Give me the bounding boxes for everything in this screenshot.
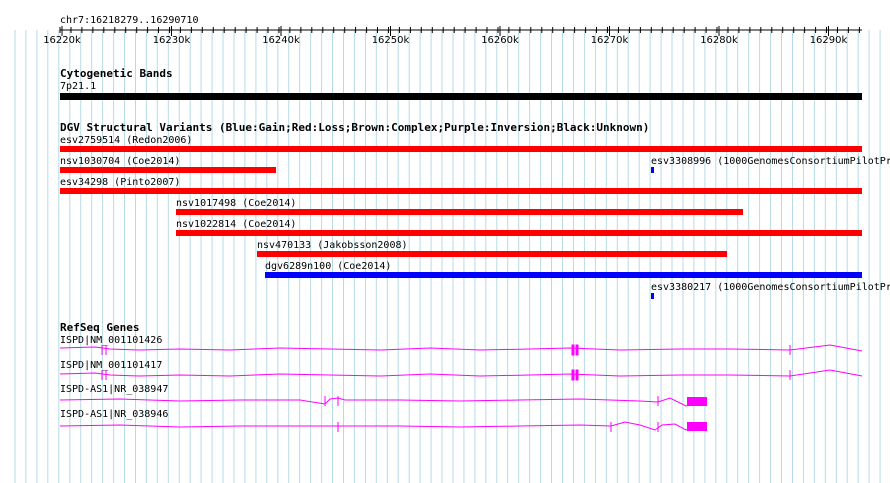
ruler-axis (59, 26, 862, 36)
ruler-tick-label: 16240k (262, 35, 300, 46)
ruler-tick-label: 16270k (590, 35, 629, 46)
dgv-feature-bar[interactable] (265, 272, 862, 278)
cytoband-track-title: Cytogenetic Bands (60, 67, 173, 80)
dgv-feature-bar[interactable] (176, 230, 862, 236)
dgv-feature-bar[interactable] (60, 146, 862, 152)
ruler-tick-label: 16230k (152, 35, 191, 46)
dgv-feature-bar[interactable] (257, 251, 727, 257)
cytoband-bar[interactable] (60, 93, 862, 100)
gene-label: ISPD|NM_001101426 (60, 335, 163, 346)
ruler-tick-label: 16220k (43, 35, 81, 46)
dgv-feature-bar[interactable] (60, 167, 276, 173)
ruler-tick-label: 16250k (371, 35, 410, 46)
gene-label: ISPD-AS1|NR_038947 (60, 384, 169, 395)
dgv-feature-bar[interactable] (651, 293, 654, 299)
dgv-feature-bar[interactable] (60, 188, 862, 194)
ruler-tick-label: 16290k (809, 35, 848, 46)
gene-label: ISPD|NM_001101417 (60, 360, 163, 371)
dgv-track-title: DGV Structural Variants (Blue:Gain;Red:L… (60, 121, 650, 134)
ruler-tick-label: 16260k (481, 35, 519, 46)
ruler-tick-label: 16280k (700, 35, 738, 46)
gene-label: ISPD-AS1|NR_038946 (60, 409, 169, 420)
dgv-feature-label: esv3308996 (1000GenomesConsortiumPilotPr… (651, 156, 890, 167)
dgv-feature-bar[interactable] (651, 167, 654, 173)
dgv-feature-bar[interactable] (176, 209, 743, 215)
cytoband-label: 7p21.1 (60, 81, 97, 92)
dgv-feature-label: esv3380217 (1000GenomesConsortiumPilotPr… (651, 282, 890, 293)
refseq-track-title: RefSeq Genes (60, 321, 140, 334)
